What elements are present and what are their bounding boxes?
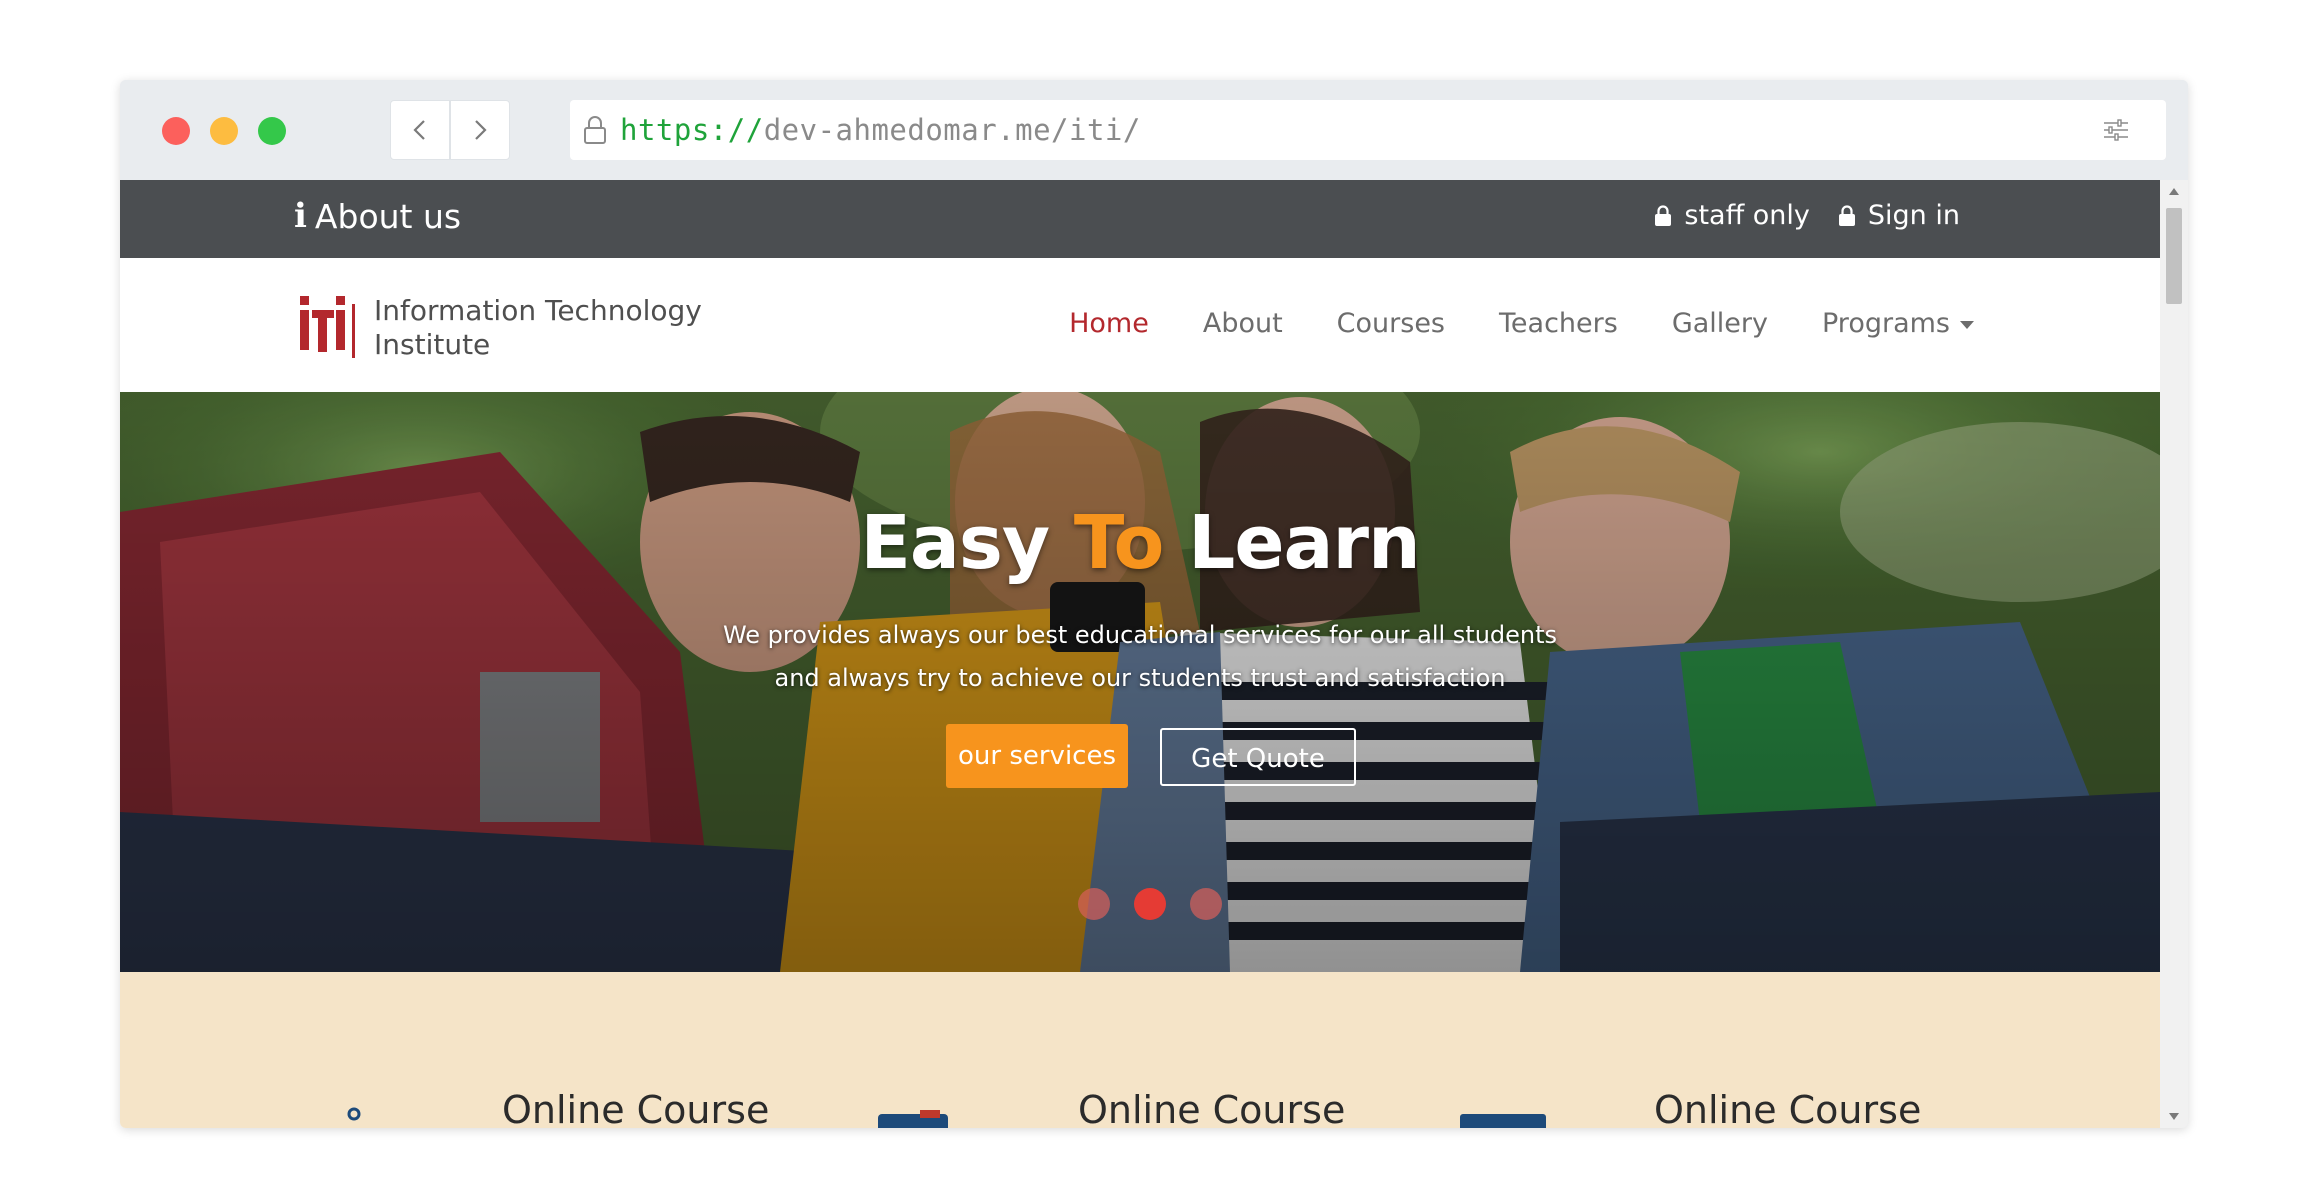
top-bar-actions: staff only Sign in xyxy=(1626,200,1960,231)
info-icon: i xyxy=(294,196,307,236)
course-icon xyxy=(878,1110,948,1128)
monitor-icon xyxy=(1460,1114,1546,1128)
carousel-indicator-1[interactable] xyxy=(1078,888,1110,920)
url-scheme: https:// xyxy=(620,113,764,147)
scroll-up-arrow-icon[interactable] xyxy=(2169,188,2179,195)
logo-text: Information Technology Institute xyxy=(374,294,702,362)
hero-carousel: Easy To Learn We provides always our bes… xyxy=(120,392,2160,972)
our-services-button[interactable]: our services xyxy=(946,724,1128,788)
nav-item-home[interactable]: Home xyxy=(1069,308,1149,339)
nav-item-programs-label: Programs xyxy=(1822,308,1950,339)
about-us-label: About us xyxy=(314,196,462,236)
sliders-icon xyxy=(2104,119,2128,141)
chevron-left-icon xyxy=(413,120,425,140)
browser-toolbar: https://dev-ahmedomar.me/iti/ xyxy=(120,80,2188,180)
hero-title-accent: To xyxy=(1073,500,1164,586)
hero-title-part-1: Easy xyxy=(860,500,1050,586)
forward-button[interactable] xyxy=(450,100,510,160)
logo-line-1: Information Technology xyxy=(374,294,702,327)
url-path: dev-ahmedomar.me/iti/ xyxy=(763,113,1141,147)
staff-only-link[interactable]: staff only xyxy=(1654,200,1810,231)
scroll-down-arrow-icon[interactable] xyxy=(2169,1113,2179,1120)
minimize-window-button[interactable] xyxy=(210,117,238,145)
hero-subtitle: We provides always our best educational … xyxy=(120,614,2160,700)
scrollbar-thumb[interactable] xyxy=(2166,208,2182,304)
chevron-right-icon xyxy=(475,120,487,140)
browser-window: https://dev-ahmedomar.me/iti/ i About us xyxy=(120,80,2188,1128)
sign-in-label: Sign in xyxy=(1867,200,1960,231)
features-section: Online Course Online Course Online Cours… xyxy=(120,972,2160,1128)
sign-in-link[interactable]: Sign in xyxy=(1838,200,1960,231)
logo-line-2: Institute xyxy=(374,328,491,361)
lock-icon xyxy=(1655,204,1672,226)
back-button[interactable] xyxy=(390,100,450,160)
close-window-button[interactable] xyxy=(162,117,190,145)
url-text: https://dev-ahmedomar.me/iti/ xyxy=(620,113,1141,147)
feature-title-2: Online Course xyxy=(1078,1088,1346,1128)
main-navbar: Information Technology Institute Home Ab… xyxy=(120,258,2160,392)
about-us-link[interactable]: i About us xyxy=(294,196,461,236)
hero-subtitle-line-2: and always try to achieve our students t… xyxy=(774,664,1506,692)
page-scrollbar[interactable] xyxy=(2160,180,2188,1128)
iti-logo-mark xyxy=(300,296,355,358)
nav-item-courses[interactable]: Courses xyxy=(1337,308,1445,339)
address-bar[interactable]: https://dev-ahmedomar.me/iti/ xyxy=(570,100,2166,160)
lock-icon xyxy=(582,114,610,146)
nav-item-programs[interactable]: Programs xyxy=(1822,308,1974,339)
person-icon xyxy=(347,1107,361,1121)
lock-icon xyxy=(1838,204,1855,226)
nav-menu: Home About Courses Teachers Gallery Prog… xyxy=(1015,308,1974,339)
staff-only-label: staff only xyxy=(1684,200,1810,231)
hero-subtitle-line-1: We provides always our best educational … xyxy=(722,621,1558,649)
hero-title-part-2: Learn xyxy=(1188,500,1420,586)
carousel-indicator-3[interactable] xyxy=(1190,888,1222,920)
carousel-indicator-2[interactable] xyxy=(1134,888,1166,920)
hero-title: Easy To Learn xyxy=(120,500,2160,586)
page-viewport: i About us staff only Sign in Informatio… xyxy=(120,180,2160,1128)
feature-title-3: Online Course xyxy=(1654,1088,1922,1128)
iti-logo[interactable]: Information Technology Institute xyxy=(298,294,702,362)
maximize-window-button[interactable] xyxy=(258,117,286,145)
hero-content: Easy To Learn We provides always our bes… xyxy=(120,392,2160,972)
feature-title-1: Online Course xyxy=(502,1088,770,1128)
nav-item-gallery[interactable]: Gallery xyxy=(1672,308,1768,339)
top-bar: i About us staff only Sign in xyxy=(120,180,2160,258)
caret-down-icon xyxy=(1960,320,1974,329)
nav-item-about[interactable]: About xyxy=(1203,308,1283,339)
nav-item-teachers[interactable]: Teachers xyxy=(1499,308,1618,339)
settings-button[interactable] xyxy=(2086,100,2146,160)
get-quote-button[interactable]: Get Quote xyxy=(1160,728,1356,786)
